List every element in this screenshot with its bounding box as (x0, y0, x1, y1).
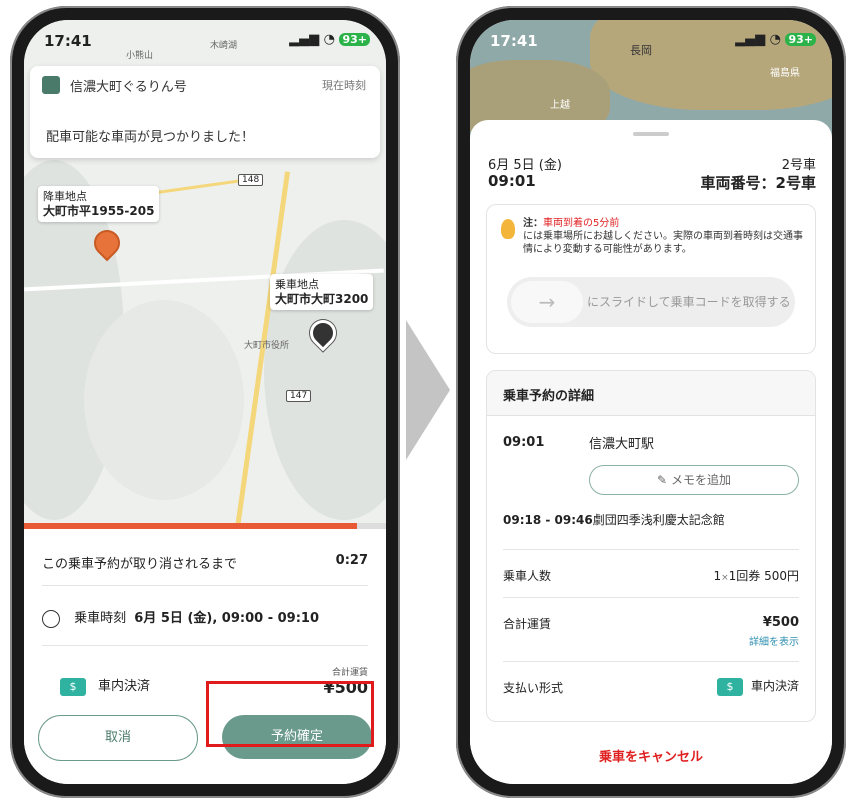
dropoff-address: 大町市平1955-205 (43, 204, 155, 218)
signal-wifi-icons: ▂▄▆ ◔ 93+ (289, 32, 370, 47)
pickup-station: 信濃大町駅 (589, 437, 655, 452)
divider (42, 585, 368, 586)
left-screen: 小熊山 木崎湖 148 147 大町市役所 降車地点 大町市平1955-205 … (24, 20, 386, 784)
status-time: 17:41 (44, 32, 92, 50)
left-phone: 小熊山 木崎湖 148 147 大町市役所 降車地点 大町市平1955-205 … (10, 6, 400, 798)
right-phone: 長岡 福島県 上越 17:41 ▂▄▆ ◔ 93+ 6月 5日 (金) 09:0… (456, 6, 846, 798)
divider (503, 597, 799, 598)
lightbulb-icon (501, 219, 515, 239)
map-place-label: 福島県 (770, 68, 800, 79)
show-details-link[interactable]: 詳細を表示 (749, 633, 799, 648)
dollar-icon: $ (716, 678, 743, 696)
route-marker: 148 (238, 174, 264, 186)
pickup-address: 大町市大町3200 (275, 292, 369, 306)
dropoff-time-row: 09:18 - 09:46劇団四季浅利慶太記念館 (503, 511, 725, 528)
notification-banner[interactable]: 信濃大町ぐるりん号 現在時刻 配車可能な車両が見つかりました！ (30, 66, 380, 158)
route-marker: 147 (286, 390, 312, 402)
status-bar: 17:41 ▂▄▆ ◔ 93+ (24, 20, 386, 56)
signal-wifi-icons: ▂▄▆ ◔ 93+ (735, 32, 816, 47)
vehicle-short: 2号車 (781, 158, 816, 173)
payment-value-row: $ 車内決済 (716, 677, 799, 696)
times-sign: × (721, 573, 729, 583)
details-card: 乗車予約の詳細 09:01 信濃大町駅 ✎ メモを追加 09:18 - 09:4… (486, 370, 816, 722)
notice-highlight: 車両到着の5分前 (543, 218, 620, 229)
status-bar: 17:41 ▂▄▆ ◔ 93+ (470, 20, 832, 56)
pencil-icon: ✎ (657, 473, 668, 487)
pickup-label: 乗車地点 大町市大町3200 (270, 274, 374, 310)
add-memo-label: メモを追加 (670, 473, 731, 487)
total-label: 合計運賃 (331, 668, 368, 678)
divider (503, 549, 799, 550)
clock-icon (42, 609, 60, 628)
notice-card: 注：車両到着の5分前 には乗車場所にお越しください。実際の車両到着時刻は交通事情… (486, 204, 816, 354)
slider-text: にスライドして乗車コードを取得する (587, 295, 791, 309)
pickup-time: 09:01 (503, 435, 545, 450)
passengers-label: 乗車人数 (503, 569, 552, 583)
passengers-value: 1回券 500円 (728, 569, 799, 583)
pickup-time-prefix: 乗車時刻 (74, 611, 127, 626)
passengers-value-row: 1×1回券 500円 (713, 567, 799, 584)
ride-detail-sheet: 6月 5日 (金) 09:01 2号車 車両番号：2号車 注：車両到着の5分前 … (470, 120, 832, 784)
details-title: 乗車予約の詳細 (503, 389, 595, 404)
slide-to-get-code[interactable]: → にスライドして乗車コードを取得する (507, 277, 795, 327)
townhall-label: 大町市役所 (244, 341, 290, 351)
highlight-box (206, 681, 374, 747)
divider (503, 661, 799, 662)
sheet-grabber[interactable] (633, 132, 669, 136)
vehicle-number: 車両番号：2号車 (700, 174, 816, 192)
countdown-value: 0:27 (335, 553, 368, 568)
pickup-time-value: 6月 5日 (金), 09:00 - 09:10 (134, 611, 319, 626)
details-header: 乗車予約の詳細 (487, 371, 815, 416)
add-memo-button[interactable]: ✎ メモを追加 (589, 465, 799, 495)
map-place-label: 上越 (550, 100, 570, 111)
dropoff-title: 降車地点 (43, 190, 87, 203)
total-fare-label: 合計運賃 (503, 617, 552, 631)
banner-message: 配車可能な車両が見つかりました！ (46, 130, 255, 145)
pickup-title: 乗車地点 (275, 278, 319, 291)
battery-icon: 93+ (785, 33, 816, 46)
payment-method: 車内決済 (98, 679, 151, 694)
app-name: 信濃大町ぐるりん号 (70, 80, 187, 95)
dropoff-place: 劇団四季浅利慶太記念館 (592, 513, 725, 527)
app-icon (42, 76, 60, 94)
countdown-row: この乗車予約が取り消されるまで 0:27 (42, 553, 368, 572)
notice-title: 注： (523, 218, 543, 229)
payment-value: 車内決済 (750, 679, 799, 693)
total-fare-value: ¥500 (762, 615, 799, 630)
transition-arrow-icon (406, 320, 450, 460)
dropoff-label: 降車地点 大町市平1955-205 (38, 186, 160, 222)
payment-label: 支払い形式 (503, 681, 564, 695)
pickup-time-row: 乗車時刻 6月 5日 (金), 09:00 - 09:10 (42, 607, 368, 628)
passengers-count: 1 (713, 569, 722, 583)
notice-text: 注：車両到着の5分前 には乗車場所にお越しください。実際の車両到着時刻は交通事情… (523, 217, 803, 256)
divider (42, 645, 368, 646)
arrow-right-icon[interactable]: → (511, 281, 583, 323)
right-screen: 長岡 福島県 上越 17:41 ▂▄▆ ◔ 93+ 6月 5日 (金) 09:0… (470, 20, 832, 784)
dropoff-time: 09:18 - 09:46 (503, 513, 593, 527)
dollar-icon: $ (60, 678, 86, 696)
cancel-button[interactable]: 取消 (38, 715, 198, 761)
status-time: 17:41 (490, 32, 538, 50)
cancel-ride-button[interactable]: 乗車をキャンセル (470, 746, 832, 765)
ride-time: 09:01 (488, 172, 536, 190)
countdown-label: この乗車予約が取り消されるまで (42, 557, 238, 572)
ride-date: 6月 5日 (金) (488, 158, 562, 173)
current-time-label: 現在時刻 (322, 79, 366, 92)
notice-body: には乗車場所にお越しください。実際の車両到着時刻は交通事情により変動する可能性が… (523, 231, 803, 255)
battery-icon: 93+ (339, 33, 370, 46)
